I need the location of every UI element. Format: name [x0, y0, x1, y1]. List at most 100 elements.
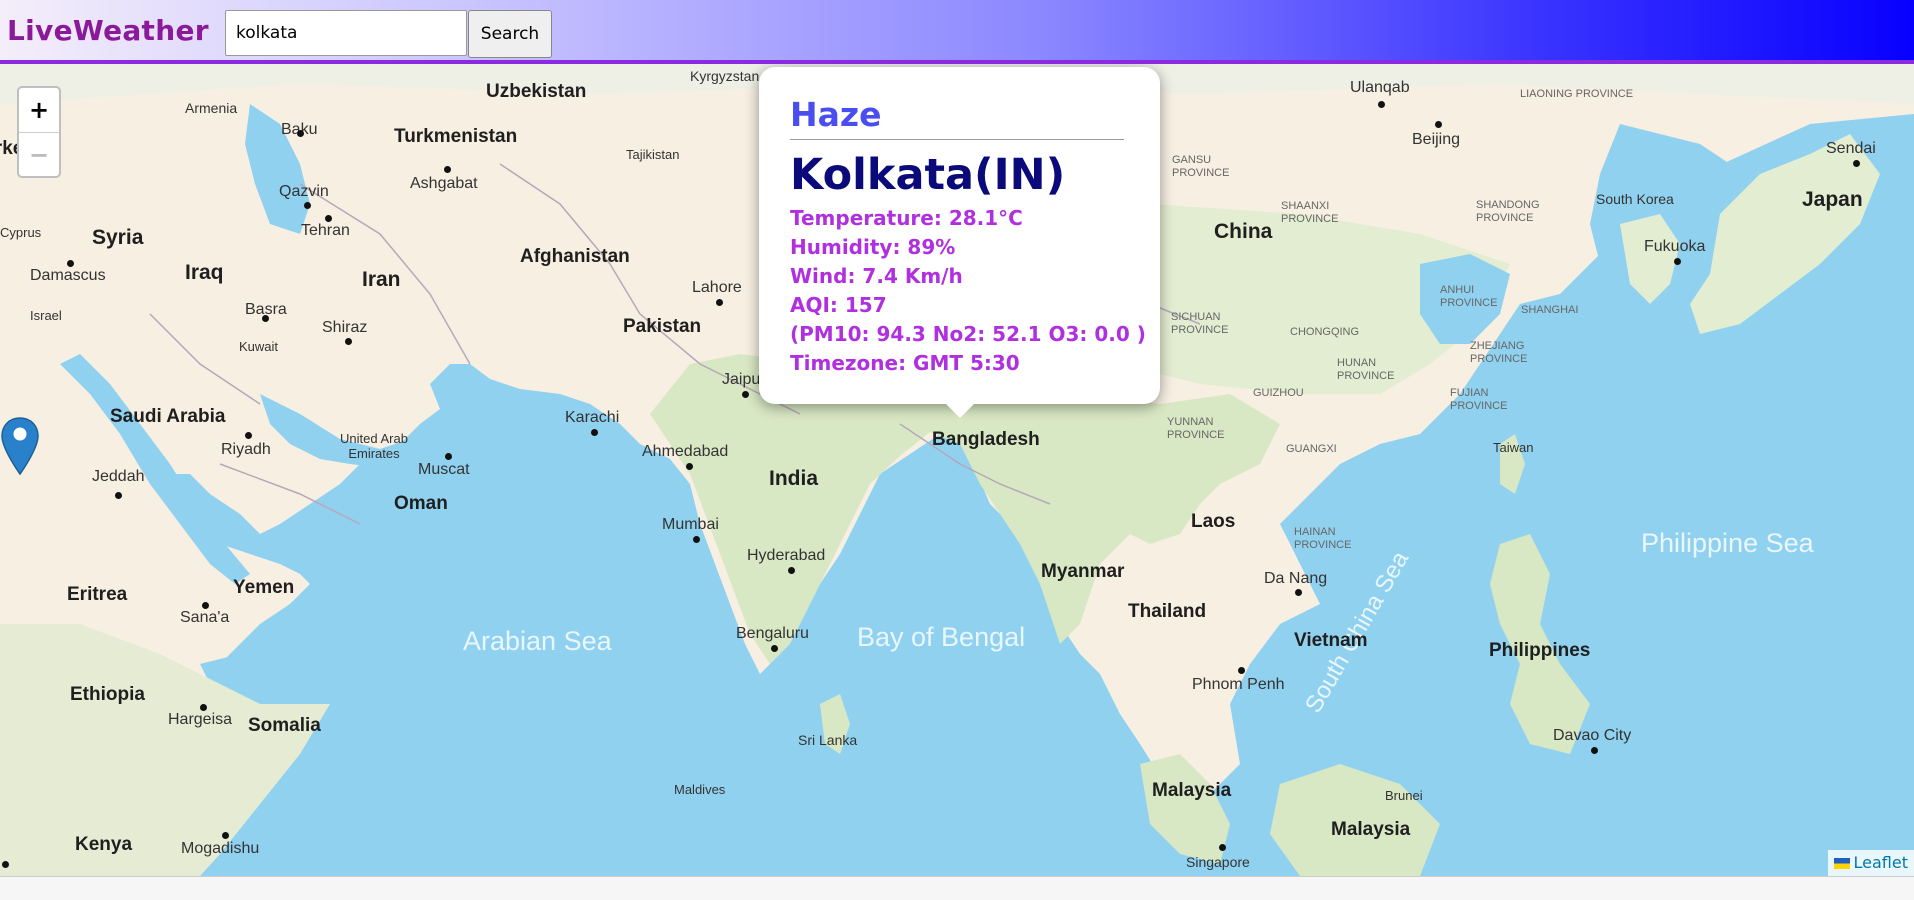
popup-city-title: Kolkata(IN): [790, 150, 1066, 200]
city-dot: [693, 536, 700, 543]
country-label-kuwait: Kuwait: [239, 339, 279, 354]
city-label-mumbai: Mumbai: [662, 516, 719, 533]
city-dot: [345, 338, 352, 345]
country-label-maldives: Maldives: [674, 782, 726, 797]
map-marker-icon[interactable]: [0, 416, 40, 476]
country-label-cyprus: Cyprus: [0, 225, 42, 240]
country-label-pakistan: Pakistan: [623, 316, 702, 337]
weather-condition: Haze: [790, 95, 882, 134]
city-label-mogadishu: Mogadishu: [181, 840, 260, 857]
city-dot: [771, 645, 778, 652]
search-input[interactable]: [225, 10, 467, 56]
province-label-shaanxi: Shaanxi Province: [1281, 200, 1339, 225]
sea-label-arabian-sea: Arabian Sea: [463, 626, 612, 656]
country-label-iran: Iran: [362, 268, 401, 291]
city-label-tehran: Tehran: [301, 222, 350, 239]
city-label-sendai: Sendai: [1826, 140, 1876, 157]
zoom-out-button[interactable]: −: [19, 133, 59, 177]
sea-label-bay-of-bengal: Bay of Bengal: [857, 622, 1026, 652]
pollutants-text: (PM10: 94.3 No2: 52.1 O3: 0.0 ): [790, 322, 1146, 346]
country-label-thailand: Thailand: [1128, 601, 1207, 622]
province-label-guangxi: Guangxi: [1286, 443, 1337, 455]
city-dot: [1853, 160, 1860, 167]
city-dot: [444, 166, 451, 173]
city-dot: [304, 202, 311, 209]
city-label-qazvin: Qazvin: [279, 183, 329, 200]
city-dot: [1378, 101, 1385, 108]
province-label-hunan: Hunan Province: [1337, 357, 1395, 382]
map-view[interactable]: Arabian Sea Bay of Bengal Philippine Sea…: [0, 64, 1914, 876]
province-label-guizhou: Guizhou: [1253, 387, 1304, 399]
temperature-text: Temperature: 28.1°C: [790, 206, 1023, 230]
weather-popup: Haze Kolkata(IN) Temperature: 28.1°C Hum…: [759, 67, 1160, 404]
city-label-ashgabat: Ashgabat: [410, 175, 478, 192]
city-label-ulanqab: Ulanqab: [1350, 79, 1410, 96]
country-label-south-korea: South Korea: [1596, 191, 1674, 207]
zoom-in-button[interactable]: +: [19, 88, 59, 133]
country-label-uae: United Arab Emirates: [340, 431, 408, 461]
city-label-karachi: Karachi: [565, 409, 620, 426]
city-label-phnom-penh: Phnom Penh: [1192, 676, 1285, 693]
leaflet-link[interactable]: Leaflet: [1854, 853, 1908, 872]
zoom-control: + −: [17, 86, 61, 178]
city-dot: [1238, 667, 1245, 674]
city-dot: [1295, 589, 1302, 596]
country-label-malaysia-west: Malaysia: [1152, 780, 1232, 801]
country-label-myanmar: Myanmar: [1041, 561, 1125, 582]
country-label-syria: Syria: [92, 226, 144, 249]
city-label-hargeisa: Hargeisa: [168, 711, 233, 728]
country-label-uzbekistan: Uzbekistan: [486, 81, 587, 102]
city-dot: [67, 260, 74, 267]
country-label-saudi-arabia: Saudi Arabia: [110, 406, 226, 427]
city-label-bengaluru: Bengaluru: [736, 625, 809, 642]
city-dot: [2, 861, 9, 868]
country-label-singapore: Singapore: [1186, 854, 1250, 870]
attribution: Leaflet: [1827, 850, 1914, 876]
city-dot: [716, 299, 723, 306]
province-label-fujian: Fujian Province: [1450, 387, 1508, 412]
city-label-ahmedabad: Ahmedabad: [642, 443, 729, 460]
search-button[interactable]: Search: [468, 10, 552, 58]
province-label-zhejiang: Zhejiang Province: [1470, 340, 1528, 365]
city-dot: [742, 391, 749, 398]
city-label-davao-city: Davao City: [1553, 727, 1632, 744]
country-label-philippines: Philippines: [1489, 640, 1591, 661]
timezone-text: Timezone: GMT 5:30: [790, 351, 1020, 375]
city-dot: [222, 832, 229, 839]
province-label-chongqing: Chongqing: [1290, 326, 1360, 338]
country-label-vietnam: Vietnam: [1294, 630, 1368, 651]
city-label-hyderabad: Hyderabad: [747, 547, 826, 564]
country-label-israel: Israel: [30, 308, 62, 323]
country-label-india: India: [769, 467, 819, 490]
brand-logo[interactable]: LiveWeather: [7, 14, 209, 47]
country-label-china: China: [1214, 220, 1273, 243]
sea-label-philippine-sea: Philippine Sea: [1641, 528, 1814, 558]
country-label-malaysia-east: Malaysia: [1331, 819, 1411, 840]
wind-text: Wind: 7.4 Km/h: [790, 264, 963, 288]
province-label-anhui: Anhui Province: [1440, 284, 1498, 309]
city-label-damascus: Damascus: [30, 267, 106, 284]
city-dot: [445, 453, 452, 460]
country-label-somalia: Somalia: [248, 715, 321, 736]
city-dot: [262, 315, 269, 322]
country-label-bangladesh: Bangladesh: [932, 429, 1040, 450]
country-label-turkmenistan: Turkmenistan: [394, 126, 518, 147]
popup-divider: [790, 139, 1124, 140]
province-label-gansu: Gansu Province: [1172, 154, 1230, 179]
country-label-tajikistan: Tajikistan: [626, 147, 680, 162]
city-label-da-nang: Da Nang: [1264, 570, 1328, 587]
city-label-muscat: Muscat: [418, 461, 470, 478]
province-label-shandong: Shandong Province: [1476, 199, 1540, 224]
aqi-text: AQI: 157: [790, 293, 887, 317]
country-label-taiwan: Taiwan: [1493, 440, 1534, 455]
city-dot: [686, 463, 693, 470]
province-label-yunnan: Yunnan Province: [1167, 416, 1225, 441]
country-label-ethiopia: Ethiopia: [70, 684, 145, 705]
ukraine-flag-icon: [1833, 858, 1850, 869]
country-label-eritrea: Eritrea: [67, 584, 128, 605]
country-label-sri-lanka: Sri Lanka: [798, 732, 858, 748]
popup-tip: [940, 398, 980, 418]
city-dot: [1435, 121, 1442, 128]
country-label-yemen: Yemen: [233, 577, 295, 598]
country-label-oman: Oman: [394, 493, 448, 514]
